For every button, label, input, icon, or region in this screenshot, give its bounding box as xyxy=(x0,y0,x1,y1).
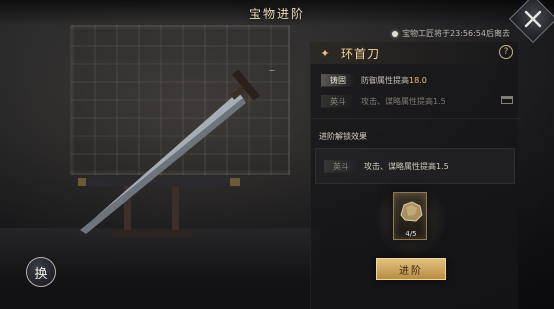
crossed-swords-close-icon xyxy=(524,10,542,28)
unlock-title: 进阶解锁效果 xyxy=(319,132,367,141)
weapon-name-row: ✦ 环首刀 ? xyxy=(311,42,519,64)
material-item-slot[interactable]: 4/5 xyxy=(393,192,427,240)
unlock-effect-box: 英斗 攻击、谋略属性提高1.5 xyxy=(315,148,515,184)
advance-button[interactable]: 进阶 xyxy=(376,258,446,280)
locked-slot-icon xyxy=(501,96,513,104)
merchant-timer: 宝物工匠将于23:56:54后离去 xyxy=(392,28,510,39)
attribute-tag: 铸固 xyxy=(321,73,355,87)
attribute-tag: 英斗 xyxy=(321,94,355,108)
material-count: 4/5 xyxy=(405,230,417,238)
divider xyxy=(311,118,519,119)
attribute-text: 防御属性提高18.0 xyxy=(361,75,427,85)
attribute-row-1: 铸固 防御属性提高18.0 xyxy=(311,70,519,90)
timer-text: 宝物工匠将于23:56:54后离去 xyxy=(402,29,510,38)
help-button[interactable]: ? xyxy=(499,45,513,59)
attribute-row-2: 英斗 攻击、谋略属性提高1.5 xyxy=(311,91,519,111)
unlock-text: 攻击、谋略属性提高1.5 xyxy=(364,161,449,171)
ore-material-icon xyxy=(400,201,423,222)
rank-emblem-icon: ✦ xyxy=(320,46,330,60)
treasure-panel: ✦ 环首刀 ? 铸固 防御属性提高18.0 英斗 攻击、谋略属性提高1.5 进阶… xyxy=(310,42,519,309)
swap-button[interactable]: 换 xyxy=(26,257,56,287)
attribute-text: 攻击、谋略属性提高1.5 xyxy=(361,96,446,106)
attribute-highlight: 18.0 xyxy=(409,75,427,85)
sword-on-stand-image xyxy=(78,70,276,237)
unlock-tag: 英斗 xyxy=(324,159,358,173)
page-title: 宝物进阶 xyxy=(248,6,305,21)
timer-dot-icon xyxy=(392,30,399,37)
title-bar: 宝物进阶 xyxy=(0,0,554,26)
weapon-name: 环首刀 xyxy=(341,46,381,61)
